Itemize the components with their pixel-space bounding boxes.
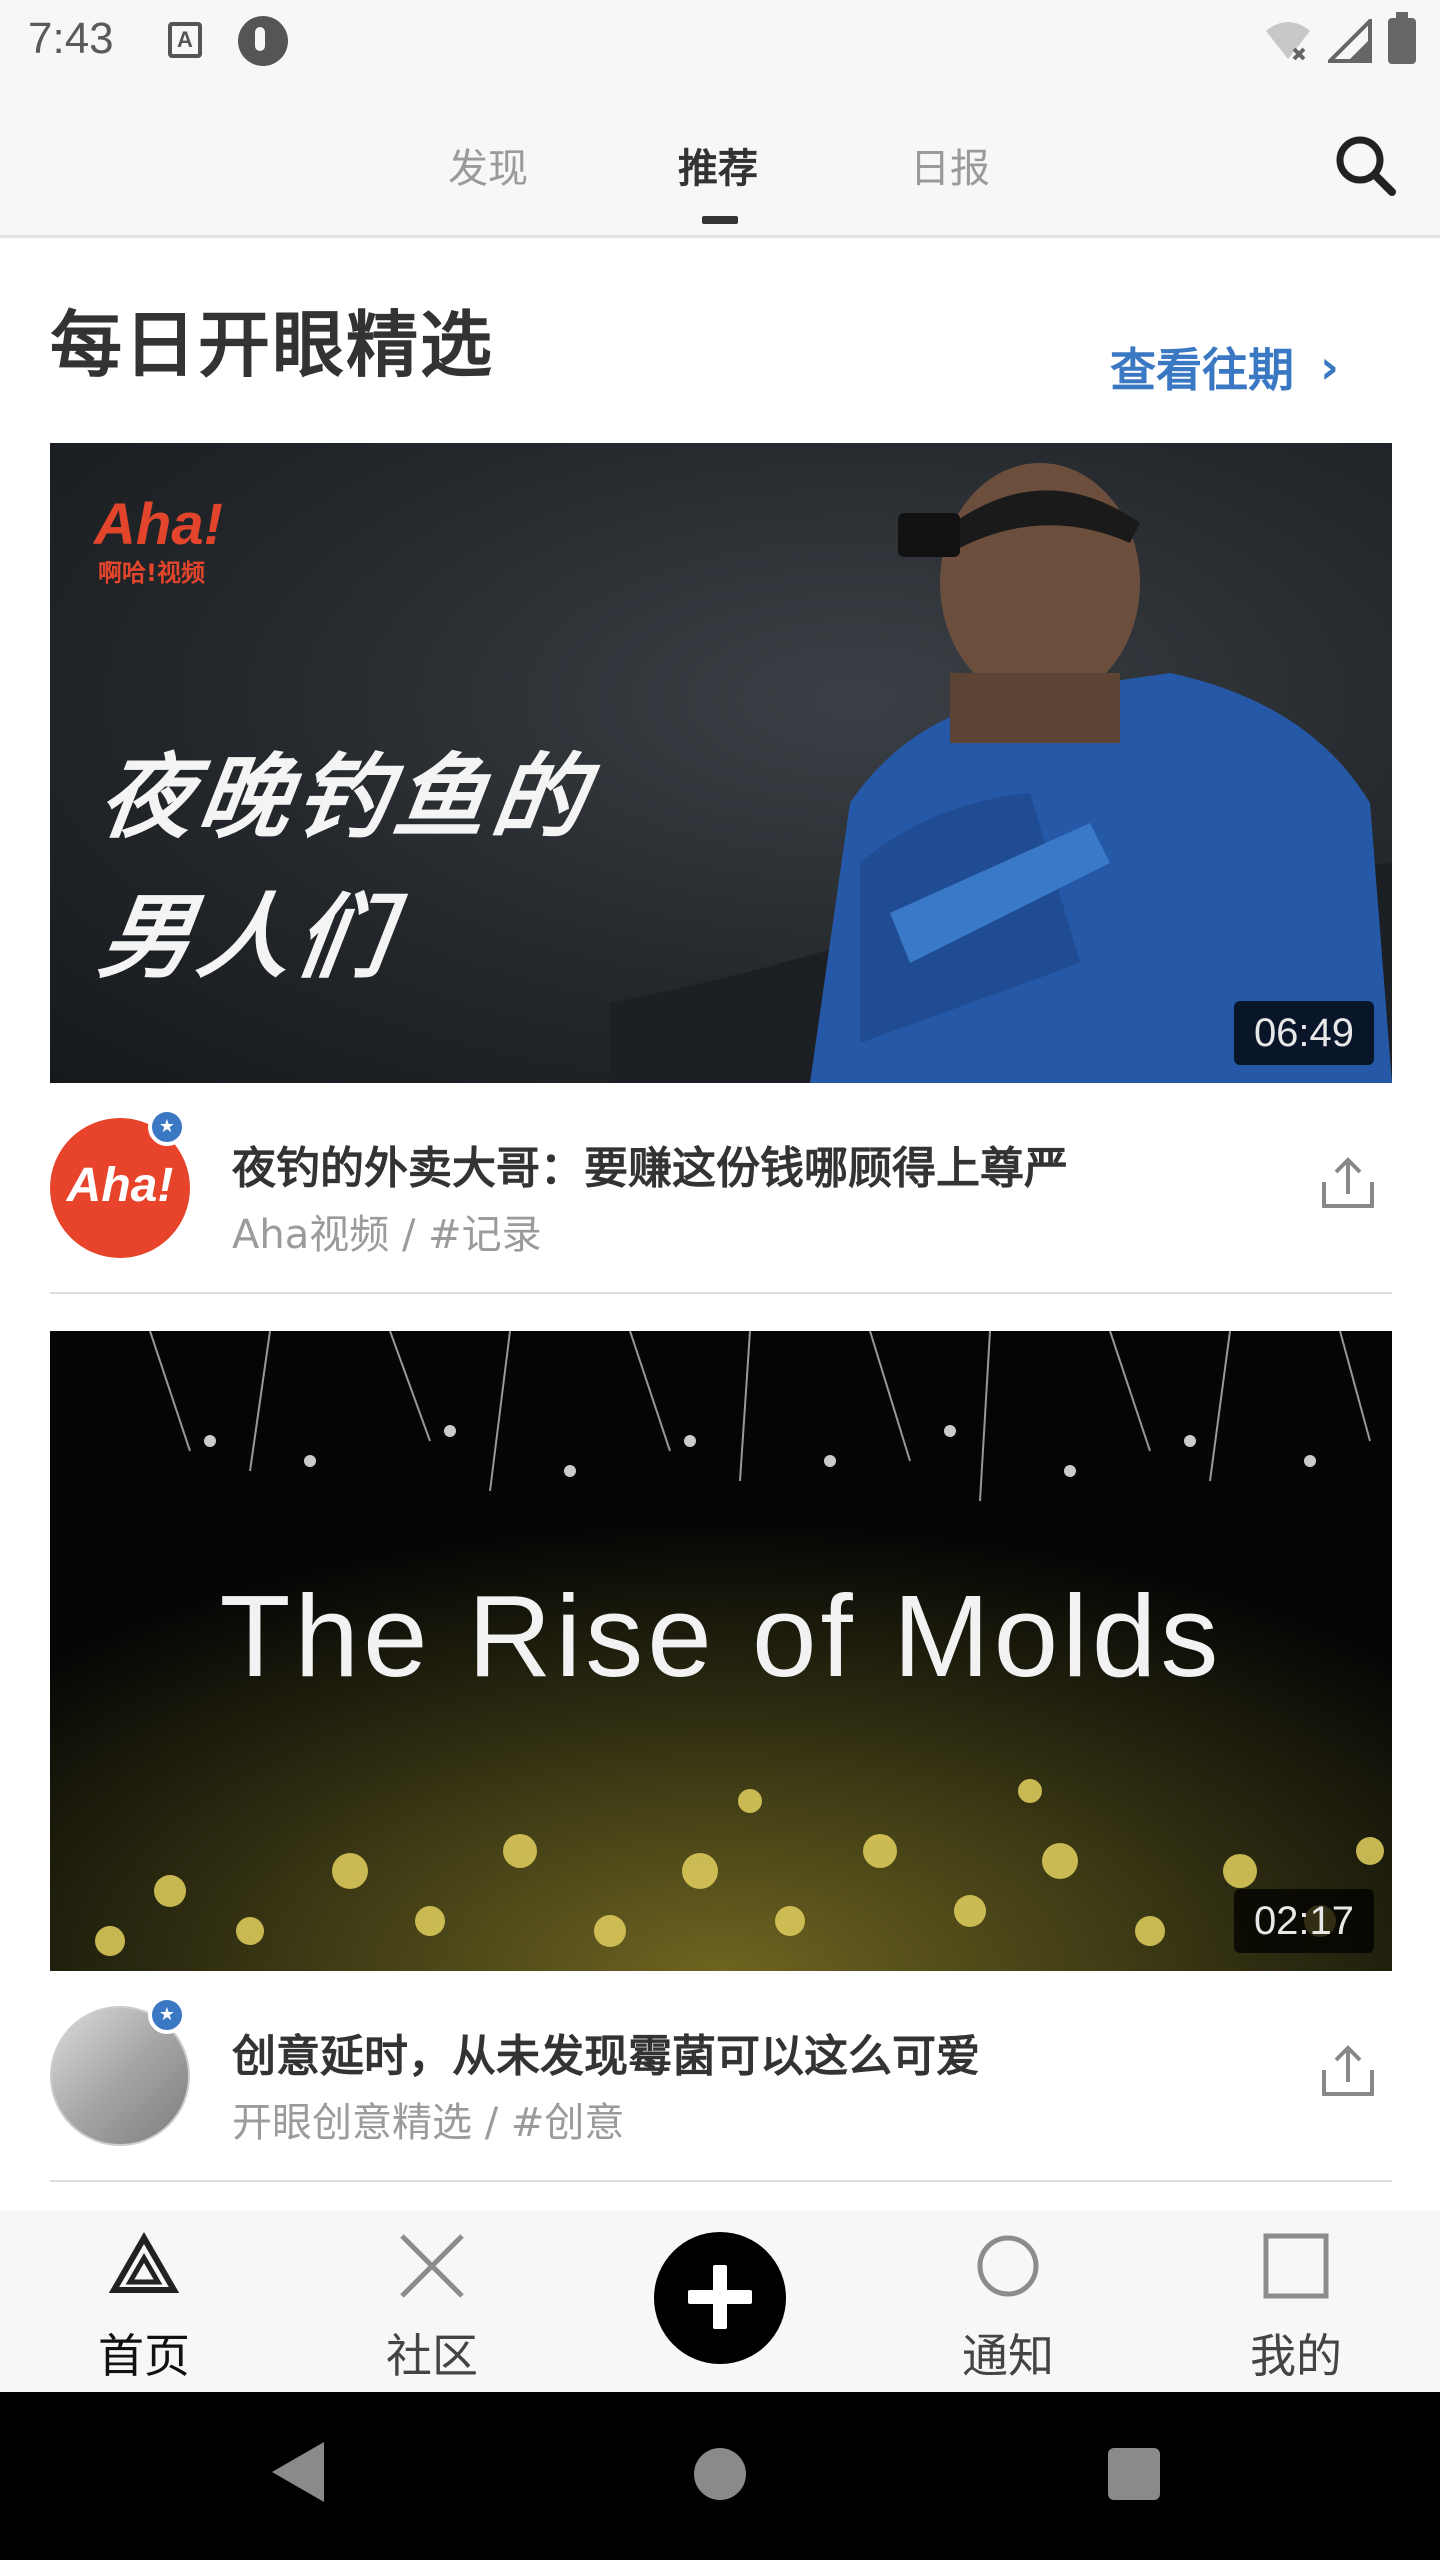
section-title: 每日开眼精选 (50, 303, 495, 387)
pocket-icon (238, 16, 288, 66)
share-icon[interactable] (1318, 1156, 1378, 1212)
nav-notifications-label: 通知 (962, 2329, 1054, 2383)
nav-notifications[interactable]: 通知 (908, 2210, 1108, 2392)
duration-badge: 06:49 (1234, 1001, 1374, 1065)
triangle-icon (108, 2231, 180, 2293)
chevron-right-icon: › (1320, 340, 1339, 394)
video-thumbnail[interactable]: The Rise of Molds 02:17 (50, 1331, 1392, 1971)
battery-icon (1388, 12, 1416, 64)
view-past-link[interactable]: 查看往期 › (1110, 334, 1339, 400)
divider (50, 2180, 1392, 2182)
view-past-label: 查看往期 (1110, 343, 1294, 397)
active-tab-indicator (702, 216, 738, 224)
video-meta: Aha视频 / #记录 (232, 1212, 542, 1258)
nav-mine-label: 我的 (1250, 2329, 1342, 2383)
video-info-row[interactable]: Aha! 夜钓的外卖大哥：要赚这份钱哪顾得上尊严 Aha视频 / #记录 (0, 1118, 1440, 1258)
tab-daily[interactable]: 日报 (910, 136, 990, 194)
wifi-off-icon (1266, 22, 1310, 61)
home-icon[interactable] (694, 2448, 746, 2500)
tab-discover[interactable]: 发现 (448, 136, 528, 194)
verified-badge: ★ (148, 1996, 186, 2034)
top-tab-bar: 发现 推荐 日报 (0, 84, 1440, 238)
system-nav-bar (0, 2392, 1440, 2560)
video-title[interactable]: 创意延时，从未发现霉菌可以这么可爱 (232, 2020, 980, 2084)
aha-logo: Aha! 啊哈!视频 (94, 491, 278, 587)
signal-icon (1328, 19, 1372, 63)
nav-community[interactable]: 社区 (332, 2210, 532, 2392)
aha-logo-text: Aha! (94, 492, 223, 557)
avatar-logo-text: Aha! (66, 1159, 174, 1212)
divider (50, 1292, 1392, 1294)
status-icons (1264, 12, 1416, 64)
thumbnail-caption-line2: 男人们 (93, 884, 403, 991)
nav-community-label: 社区 (386, 2329, 478, 2383)
thumbnail-caption-line1: 夜晚钓鱼的 (93, 744, 599, 851)
verified-badge: ★ (148, 1108, 186, 1146)
video-title[interactable]: 夜钓的外卖大哥：要赚这份钱哪顾得上尊严 (232, 1132, 1068, 1196)
video-thumbnail[interactable]: Aha! 啊哈!视频 夜晚钓鱼的 男人们 06:49 (50, 443, 1392, 1083)
aha-logo-subtext: 啊哈!视频 (98, 559, 205, 587)
share-icon[interactable] (1318, 2044, 1378, 2100)
thumbnail-title: The Rise of Molds (219, 1571, 1223, 1701)
video-meta: 开眼创意精选 / #创意 (232, 2100, 625, 2146)
nav-home-label: 首页 (98, 2329, 190, 2383)
add-button[interactable] (654, 2232, 786, 2364)
recents-icon[interactable] (1108, 2448, 1160, 2500)
nav-home[interactable]: 首页 (44, 2210, 244, 2392)
video-info-row[interactable]: 创意延时，从未发现霉菌可以这么可爱 开眼创意精选 / #创意 (0, 2006, 1440, 2146)
bottom-nav-bar: 首页 社区 通知 我的 (0, 2210, 1440, 2392)
duration-badge: 02:17 (1234, 1889, 1374, 1953)
tab-recommend[interactable]: 推荐 (678, 136, 758, 194)
status-time: 7:43 (28, 14, 114, 63)
status-bar: 7:43 A (0, 0, 1440, 84)
nav-mine[interactable]: 我的 (1196, 2210, 1396, 2392)
square-icon (1263, 2233, 1329, 2299)
back-icon[interactable] (272, 2442, 324, 2502)
video-scene-image (610, 463, 1392, 1083)
cross-icon (400, 2234, 464, 2298)
a-notification-icon: A (168, 22, 202, 58)
search-icon[interactable] (1330, 130, 1400, 200)
circle-icon (977, 2235, 1039, 2297)
